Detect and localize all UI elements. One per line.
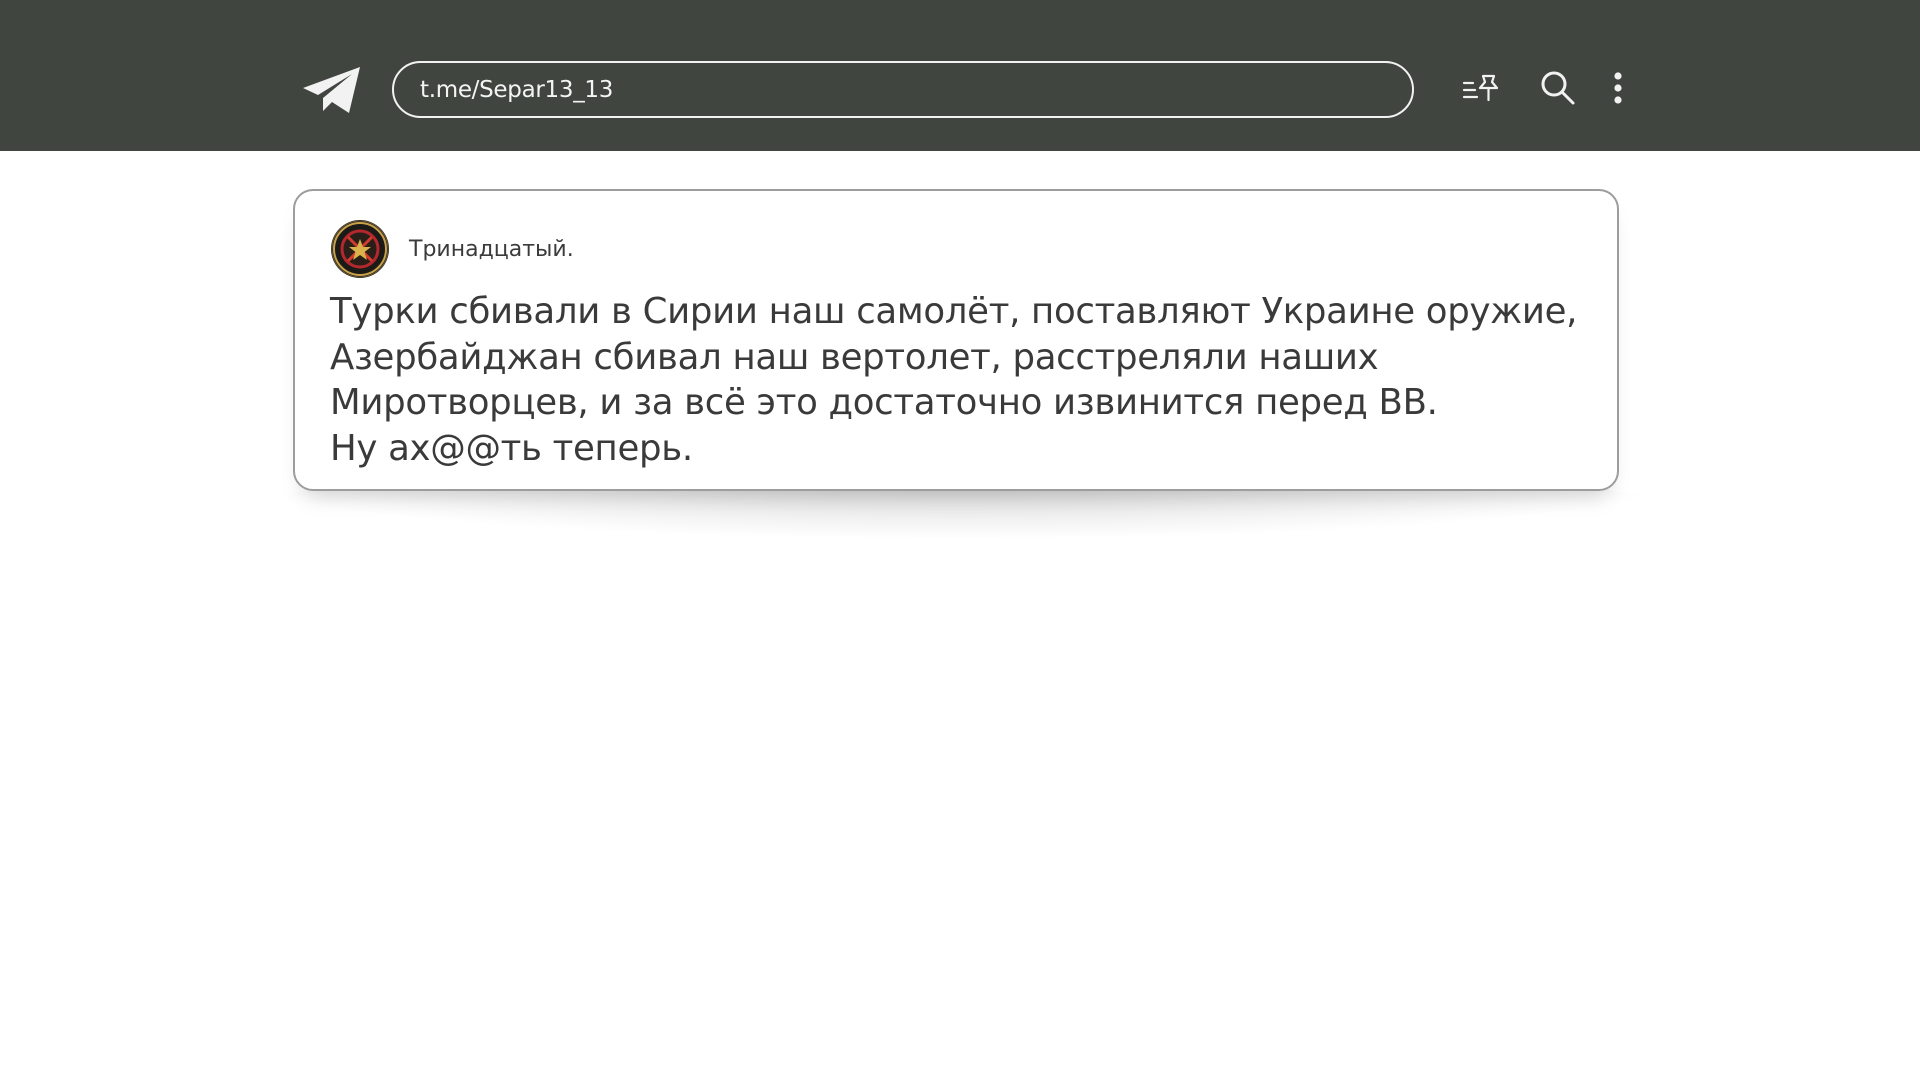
more-menu-button[interactable] <box>1604 70 1632 110</box>
message-line: Миротворцев, и за всё это достаточно изв… <box>330 382 1438 423</box>
more-vertical-icon <box>1613 71 1623 109</box>
search-button[interactable] <box>1538 70 1578 110</box>
message-line: Ну ах@@ть теперь. <box>330 427 693 469</box>
url-field[interactable]: t.me/Separ13_13 <box>392 61 1414 118</box>
channel-avatar[interactable] <box>330 219 390 279</box>
message-line: Турки сбивали в Сирии наш самолёт, поста… <box>330 291 1578 332</box>
message-line: Азербайджан сбивал наш вертолет, расстре… <box>330 336 1379 378</box>
post-card: Тринадцатый. Турки сбивали в Сирии наш с… <box>293 189 1619 491</box>
url-text: t.me/Separ13_13 <box>420 76 614 103</box>
search-icon <box>1539 69 1577 111</box>
top-bar: t.me/Separ13_13 <box>0 0 1920 151</box>
channel-name[interactable]: Тринадцатый. <box>409 237 574 263</box>
message-text: Турки сбивали в Сирии наш самолёт, поста… <box>330 289 1600 471</box>
pinned-list-icon <box>1461 71 1503 109</box>
pinned-messages-button[interactable] <box>1460 70 1504 110</box>
telegram-logo-icon[interactable] <box>300 64 362 116</box>
